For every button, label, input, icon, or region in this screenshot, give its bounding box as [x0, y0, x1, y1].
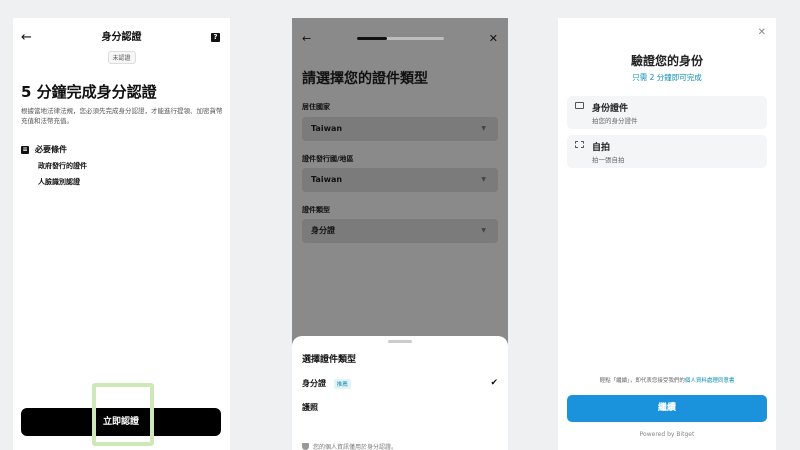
requirement-item: 政府發行的證件 [38, 162, 87, 170]
option-label: 護照 [302, 403, 318, 412]
main-heading: 5 分鐘完成身分認證 [21, 83, 157, 101]
header: ← 身分認證 ? [13, 30, 230, 46]
card-title: 身份證件 [592, 104, 629, 114]
bottom-sheet: 選擇證件類型 身分證 推薦 ✔ 護照 您的個人資訊僅用於身分認證。 [292, 336, 508, 450]
close-icon[interactable]: ✕ [758, 27, 766, 38]
status-badge: 未認證 [107, 51, 136, 64]
privacy-note: 您的個人資訊僅用於身分認證。 [302, 442, 397, 450]
requirements-title: 必要條件 [35, 145, 67, 154]
page-title: 驗證您的身份 [630, 54, 703, 68]
consent-text: 輕點「繼續」，即代表您接受我們的個人資料處理同意書 [558, 376, 776, 384]
progress-bar [357, 37, 444, 40]
continue-button[interactable]: 繼續 [567, 395, 767, 422]
country-label: 居住國家 [302, 103, 330, 111]
requirements-header: ≡ 必要條件 [21, 144, 67, 155]
country-select[interactable]: Taiwan ▼ [302, 117, 498, 141]
consent-link[interactable]: 個人資料處理同意書 [685, 378, 735, 384]
back-arrow-icon[interactable]: ← [302, 32, 311, 46]
requirement-item: 人臉識別認證 [38, 178, 80, 186]
country-value: Taiwan [311, 124, 343, 133]
document-type-label: 證件類型 [302, 206, 330, 214]
issuing-country-select[interactable]: Taiwan ▼ [302, 168, 498, 192]
subtitle: 只需 2 分鐘即可完成 [632, 73, 702, 82]
card-subtitle: 拍一張自拍 [592, 156, 625, 164]
option-label: 身分證 [302, 379, 326, 388]
selfie-card: 自拍 拍一張自拍 [567, 135, 767, 168]
sheet-handle[interactable] [388, 340, 412, 343]
page-title: 身分認證 [101, 32, 142, 43]
privacy-text: 您的個人資訊僅用於身分認證。 [313, 444, 398, 450]
sheet-title: 選擇證件類型 [302, 355, 357, 365]
description: 根據當地法律法規，您必須先完成身分認證，才能進行提領、加密貨幣充值和法幣充值。 [21, 107, 223, 125]
top-bar: ← ✕ [302, 32, 498, 46]
document-type-select[interactable]: 身分證 ▼ [302, 219, 498, 243]
option-id-card[interactable]: 身分證 推薦 ✔ [302, 378, 498, 389]
issuing-country-value: Taiwan [311, 175, 343, 184]
document-icon: ≡ [21, 145, 29, 154]
consent-prefix: 輕點「繼續」，即代表您接受我們的 [599, 378, 685, 384]
help-icon[interactable]: ? [211, 33, 220, 42]
card-title: 自拍 [592, 143, 611, 153]
page-title: 請選擇您的證件類型 [302, 71, 428, 87]
face-scan-icon [575, 141, 584, 148]
option-passport[interactable]: 護照 [302, 402, 498, 413]
id-card-icon [575, 102, 584, 109]
checkmark-icon: ✔ [490, 378, 498, 388]
document-type-value: 身分證 [311, 226, 335, 235]
close-icon[interactable]: ✕ [489, 32, 498, 46]
chevron-down-icon: ▼ [481, 176, 486, 183]
chevron-down-icon: ▼ [481, 125, 486, 132]
verify-now-button[interactable]: 立即認證 [21, 408, 221, 436]
powered-by: Powered by Bitget [639, 431, 695, 438]
document-type-screen: ← ✕ 請選擇您的證件類型 居住國家 Taiwan ▼ 證件發行國/地區 Tai… [292, 18, 508, 450]
progress-fill [357, 37, 388, 40]
verify-identity-screen: ✕ 驗證您的身份 只需 2 分鐘即可完成 身份證件 拍您的身分證件 自拍 拍一張… [558, 18, 776, 450]
recommended-badge: 推薦 [333, 378, 351, 389]
id-document-card: 身份證件 拍您的身分證件 [567, 96, 767, 129]
chevron-down-icon: ▼ [481, 227, 486, 234]
card-subtitle: 拍您的身分證件 [592, 117, 638, 125]
kyc-intro-screen: ← 身分認證 ? 未認證 5 分鐘完成身分認證 根據當地法律法規，您必須先完成身… [13, 18, 230, 450]
issuing-country-label: 證件發行國/地區 [302, 155, 354, 163]
shield-icon [302, 443, 309, 450]
